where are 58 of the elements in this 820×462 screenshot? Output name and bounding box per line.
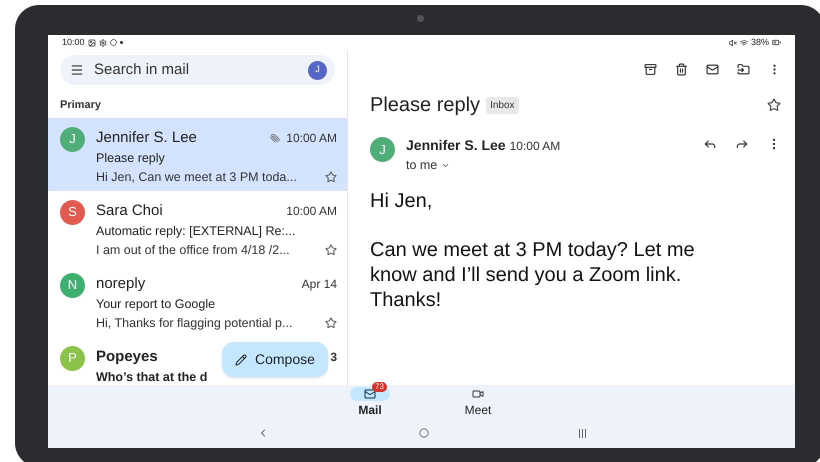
battery-icon — [772, 38, 781, 47]
recipient-text: to me — [406, 157, 438, 174]
home-icon[interactable] — [419, 428, 429, 438]
sender-avatar: P — [60, 346, 85, 370]
envelope-icon — [364, 388, 376, 400]
sender-avatar: J — [60, 126, 85, 152]
email-snippet: Hi Jen, Can we meet at 3 PM toda... — [96, 168, 298, 186]
image-icon — [88, 38, 96, 46]
pencil-icon — [235, 354, 247, 366]
section-label: Primary — [60, 98, 102, 113]
compose-button[interactable]: Compose — [222, 342, 328, 377]
email-snippet: I am out of the office from 4/18 /2... — [96, 242, 291, 259]
account-avatar[interactable]: J — [308, 60, 327, 80]
sender-name: Jennifer S. Lee — [406, 136, 506, 155]
search-field[interactable]: Search in mail J — [60, 55, 335, 85]
circle-icon — [110, 39, 117, 46]
email-subject: Automatic reply: [EXTERNAL] Re:... — [96, 223, 296, 240]
message-paragraph: Hi Jen, — [370, 188, 434, 214]
email-title: Please reply — [370, 93, 480, 118]
email-subject: Who’s that at the d — [96, 369, 208, 385]
nav-tab[interactable]: Meet — [452, 387, 504, 421]
battery-level: 38% — [750, 36, 769, 49]
inbox-label: Inbox — [486, 96, 519, 114]
email-subject: Please reply — [96, 150, 166, 167]
menu-icon[interactable] — [70, 63, 84, 77]
video-icon — [472, 388, 484, 400]
email-row[interactable]: J Jennifer S. Lee 10:00 AM Please reply Hi Jen, Can we meet at 3 PM toda... — [48, 118, 347, 190]
sender-name: Popeyes — [96, 346, 158, 366]
sender-avatar: J — [370, 137, 395, 162]
nav-label: Mail — [358, 402, 382, 419]
star-icon[interactable] — [325, 244, 337, 256]
message-paragraph: Can we meet at 3 PM today? Let me know and I’ll send you a Zoom link. Thanks! — [370, 238, 696, 313]
email-snippet: Hi, Thanks for flagging potential p... — [96, 314, 294, 332]
sender-avatar: N — [60, 272, 85, 298]
mute-icon — [728, 38, 737, 46]
email-subject: Your report to Google — [96, 296, 216, 313]
star-icon[interactable] — [767, 98, 781, 112]
unread-count-badge: 73 — [372, 382, 387, 392]
star-icon[interactable] — [325, 317, 337, 330]
email-time: 10:00 AM — [286, 130, 337, 147]
email-time: 3 — [330, 348, 337, 366]
email-time: 10:00 AM — [286, 202, 337, 220]
sender-name: Jennifer S. Lee — [96, 128, 197, 148]
recents-icon[interactable] — [579, 428, 586, 438]
sender-avatar: S — [60, 200, 85, 224]
archive-icon[interactable] — [644, 63, 657, 76]
delete-icon[interactable] — [675, 63, 688, 76]
folder-icon[interactable] — [737, 63, 750, 76]
email-time: 10:00 AM — [510, 138, 560, 155]
status-time: 10:00 — [62, 36, 85, 49]
star-icon[interactable] — [325, 171, 337, 184]
wifi-icon — [740, 38, 748, 46]
sender-name: noreply — [96, 274, 146, 294]
settings-icon — [98, 38, 107, 46]
nav-label: Meet — [464, 402, 492, 419]
sender-name: Sara Choi — [96, 200, 163, 220]
envelope-icon[interactable] — [706, 63, 719, 76]
email-time: Apr 14 — [302, 276, 337, 293]
